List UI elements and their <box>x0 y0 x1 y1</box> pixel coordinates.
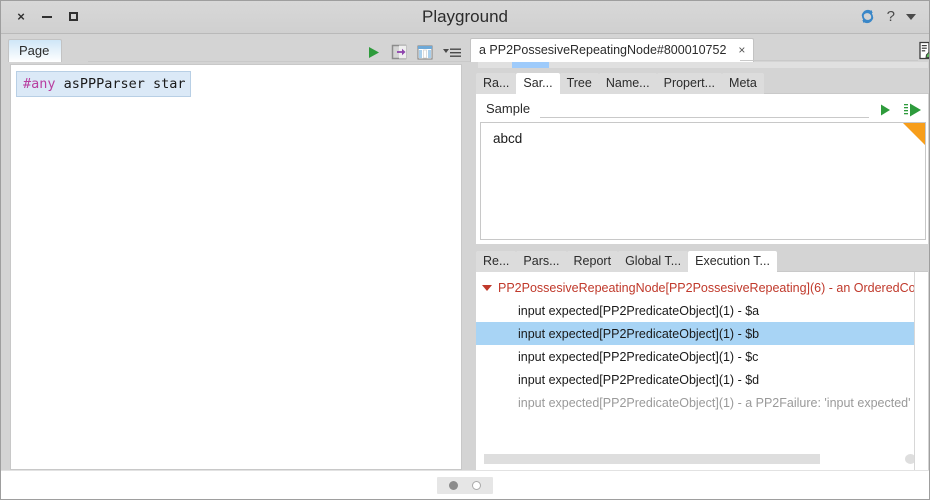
window-controls: × <box>0 10 80 24</box>
tree-row-root-label: PP2PossesiveRepeatingNode[PP2PossesiveRe… <box>498 280 929 295</box>
tab-global-trace[interactable]: Global T... <box>618 251 689 272</box>
warning-corner-marker <box>903 123 926 145</box>
sample-actions <box>869 102 928 120</box>
application-window: × Playground ? Page #any asPPParser star… <box>0 0 930 500</box>
document-edit-icon[interactable] <box>918 41 930 60</box>
tab-raw[interactable]: Ra... <box>476 73 517 94</box>
page-dot-other[interactable] <box>472 481 481 490</box>
tab-page[interactable]: Page <box>8 39 63 62</box>
sample-value: abcd <box>493 131 523 146</box>
sample-header: Sample <box>476 94 928 120</box>
tab-execution-trace[interactable]: Execution T... <box>688 251 777 272</box>
inspector-tabs: Ra... Sar... Tree Name... Propert... Met… <box>476 70 930 94</box>
help-icon[interactable]: ? <box>887 8 895 25</box>
title-bar-actions: ? <box>859 8 930 25</box>
tree-row-label: input expected[PP2PredicateObject](1) - … <box>518 395 911 410</box>
tree-row[interactable]: input expected[PP2PredicateObject](1) - … <box>476 299 928 322</box>
code-line[interactable]: #any asPPParser star <box>16 71 191 98</box>
sample-run-icon[interactable] <box>879 103 891 117</box>
right-toolbar <box>918 41 930 62</box>
right-tab-row: a PP2PossesiveRepeatingNode#800010752 × <box>470 34 930 62</box>
sync-icon[interactable] <box>859 8 876 25</box>
scrollbar-thumb[interactable] <box>512 62 549 68</box>
tree-row[interactable]: input expected[PP2PredicateObject](1) - … <box>476 391 928 414</box>
tab-parser[interactable]: Pars... <box>516 251 567 272</box>
execution-trace-tree: PP2PossesiveRepeatingNode[PP2PossesiveRe… <box>476 272 929 470</box>
left-editor-pane: Page #any asPPParser star <box>0 34 470 470</box>
tab-tree[interactable]: Tree <box>559 73 599 94</box>
right-tab-scrollbar[interactable] <box>478 62 929 68</box>
status-bar <box>0 470 930 500</box>
tab-report[interactable]: Report <box>566 251 619 272</box>
sample-text-area[interactable]: abcd <box>480 122 927 240</box>
tree-row-label: input expected[PP2PredicateObject](1) - … <box>518 303 760 318</box>
title-bar: × Playground ? <box>0 0 930 34</box>
tab-node-inspector[interactable]: a PP2PossesiveRepeatingNode#800010752 × <box>470 38 755 62</box>
tab-name[interactable]: Name... <box>598 73 657 94</box>
sample-step-run-icon[interactable] <box>903 102 922 118</box>
code-editor[interactable]: #any asPPParser star <box>10 64 462 470</box>
tree-row-root[interactable]: PP2PossesiveRepeatingNode[PP2PossesiveRe… <box>476 276 928 299</box>
inspector-tabs-filler <box>763 70 930 94</box>
table-columns-icon[interactable] <box>417 45 433 60</box>
tree-row[interactable]: input expected[PP2PredicateObject](1) - … <box>476 345 928 368</box>
tree-row[interactable]: input expected[PP2PredicateObject](1) - … <box>476 322 929 345</box>
page-dot-current[interactable] <box>449 481 458 490</box>
close-window-button[interactable]: × <box>14 10 28 24</box>
tab-meta[interactable]: Meta <box>722 73 764 94</box>
main-body: Page #any asPPParser star a PP2Possesive… <box>0 34 930 470</box>
sample-header-rule <box>540 117 870 118</box>
page-indicator <box>437 477 493 494</box>
close-icon[interactable]: × <box>738 43 745 57</box>
tree-vertical-scrollbar[interactable] <box>914 272 929 470</box>
chevron-down-icon[interactable] <box>482 284 492 291</box>
scrollbar-thumb[interactable] <box>484 454 820 464</box>
tree-row-label: input expected[PP2PredicateObject](1) - … <box>518 349 759 364</box>
sample-title[interactable]: Sample <box>480 98 541 120</box>
chevron-down-icon[interactable] <box>906 13 916 20</box>
window-title: Playground <box>421 6 508 26</box>
tab-sample[interactable]: Sar... <box>516 73 560 94</box>
export-arrow-icon[interactable] <box>391 44 407 60</box>
menu-caret-icon[interactable] <box>443 46 462 59</box>
code-token-any: #any <box>23 76 56 92</box>
play-icon[interactable] <box>366 45 381 60</box>
result-tabs-filler <box>776 248 929 272</box>
minimize-window-button[interactable] <box>40 10 54 24</box>
tree-row[interactable]: input expected[PP2PredicateObject](1) - … <box>476 368 928 391</box>
tree-horizontal-scrollbar[interactable] <box>484 454 922 464</box>
maximize-window-button[interactable] <box>66 10 80 24</box>
sample-panel: Sample abcd <box>476 94 929 244</box>
code-token-rest: asPPParser star <box>55 76 186 92</box>
right-tab-underline <box>740 60 919 61</box>
tab-node-label: a PP2PossesiveRepeatingNode#800010752 <box>479 43 727 57</box>
tree-row-label: input expected[PP2PredicateObject](1) - … <box>518 326 760 341</box>
tree-rows: PP2PossesiveRepeatingNode[PP2PossesiveRe… <box>476 272 929 454</box>
left-toolbar <box>366 44 470 62</box>
tab-properties[interactable]: Propert... <box>656 73 723 94</box>
tab-result[interactable]: Re... <box>476 251 517 272</box>
tree-row-label: input expected[PP2PredicateObject](1) - … <box>518 372 760 387</box>
left-tab-underline <box>88 61 470 62</box>
result-tabs: Re... Pars... Report Global T... Executi… <box>476 248 929 272</box>
right-inspector-pane: a PP2PossesiveRepeatingNode#800010752 × <box>470 34 930 470</box>
left-tab-row: Page <box>0 34 470 62</box>
